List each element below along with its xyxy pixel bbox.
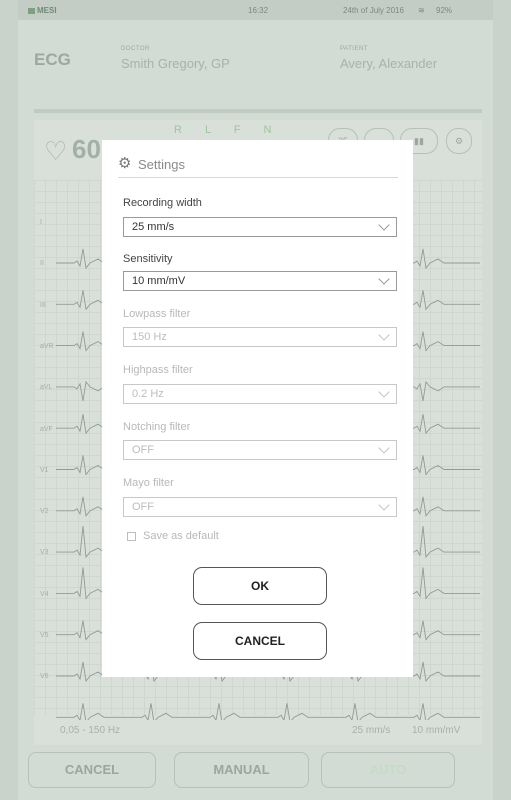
dialog-header: ⚙ Settings	[118, 152, 398, 178]
gear-icon: ⚙	[118, 155, 132, 172]
notching-select[interactable]: OFF	[123, 440, 397, 460]
lead-label-v5: V5	[40, 632, 49, 639]
lead-label-avl: aVL	[40, 384, 53, 392]
lead-label-ii: II	[40, 260, 44, 268]
settings-gear-icon[interactable]: ⚙	[446, 128, 472, 154]
mayo-select[interactable]: OFF	[123, 497, 397, 517]
lead-label-v3: V3	[40, 549, 49, 557]
status-bar: MESI 16:32 24th of July 2016 ≋ 92%	[18, 0, 493, 20]
recording-width-value: 25 mm/s	[132, 221, 175, 233]
ok-button[interactable]: OK	[193, 567, 327, 605]
chevron-down-icon	[378, 386, 390, 398]
doctor-label: DOCTOR	[121, 46, 150, 52]
lowpass-select[interactable]: 150 Hz	[123, 327, 397, 347]
save-default-checkbox[interactable]	[127, 532, 136, 541]
clock: 16:32	[248, 6, 269, 15]
cancel-button[interactable]: CANCEL	[193, 622, 327, 660]
footer-cancel-button[interactable]: CANCEL	[28, 752, 156, 788]
chevron-down-icon	[378, 219, 390, 231]
recording-width-select[interactable]: 25 mm/s	[123, 217, 397, 237]
mayo-value: OFF	[132, 501, 154, 513]
speed-readout: 25 mm/s	[352, 725, 391, 736]
chevron-down-icon	[378, 442, 390, 454]
notching-value: OFF	[132, 444, 154, 456]
patient-name: Avery, Alexander	[340, 56, 438, 71]
lead-label-avr: aVR	[40, 342, 54, 350]
lead-label-avf: aVF	[40, 425, 53, 433]
lead-label-v2: V2	[40, 508, 49, 516]
lowpass-value: 150 Hz	[132, 331, 167, 343]
notching-label: Notching filter	[123, 421, 191, 433]
auto-button[interactable]: AUTO	[321, 752, 455, 788]
dialog-title: Settings	[138, 157, 185, 172]
electrode-status: R L F N	[174, 124, 282, 136]
date: 24th of July 2016	[343, 6, 404, 15]
app-name: MESI	[28, 6, 57, 15]
lead-label-i: I	[40, 219, 42, 226]
page-title: ECG	[34, 50, 71, 69]
filter-range: 0,05 - 150 Hz	[60, 725, 121, 736]
device-screen: MESI 16:32 24th of July 2016 ≋ 92% ECG D…	[0, 0, 511, 800]
chevron-down-icon	[378, 329, 390, 341]
chevron-down-icon	[378, 273, 390, 285]
sensitivity-value: 10 mm/mV	[132, 275, 186, 287]
doctor-name: Smith Gregory, GP	[121, 56, 230, 71]
highpass-value: 0.2 Hz	[132, 388, 164, 400]
settings-dialog: ⚙ Settings Recording width 25 mm/s Sensi…	[102, 140, 413, 677]
battery-level: 92%	[436, 6, 453, 15]
header: ECG DOCTOR Smith Gregory, GP PATIENT Ave…	[18, 20, 493, 90]
recording-width-label: Recording width	[123, 197, 202, 209]
sensitivity-label: Sensitivity	[123, 253, 173, 265]
sensitivity-readout: 10 mm/mV	[412, 725, 461, 736]
lead-label-v4: V4	[40, 590, 49, 598]
highpass-label: Highpass filter	[123, 364, 193, 376]
save-default-label: Save as default	[143, 530, 219, 542]
lead-label-v6: V6	[40, 673, 49, 681]
sensitivity-select[interactable]: 10 mm/mV	[123, 271, 397, 291]
lowpass-label: Lowpass filter	[123, 308, 191, 320]
lead-label-iii: III	[40, 301, 46, 309]
patient-label: PATIENT	[340, 46, 368, 52]
lead-label-v1: V1	[40, 466, 49, 474]
chevron-down-icon	[378, 499, 390, 511]
ecg-trace-v6	[56, 703, 480, 720]
wifi-icon: ≋	[418, 6, 425, 15]
divider	[34, 109, 482, 113]
manual-button[interactable]: MANUAL	[174, 752, 309, 788]
mayo-label: Mayo filter	[123, 477, 174, 489]
highpass-select[interactable]: 0.2 Hz	[123, 384, 397, 404]
